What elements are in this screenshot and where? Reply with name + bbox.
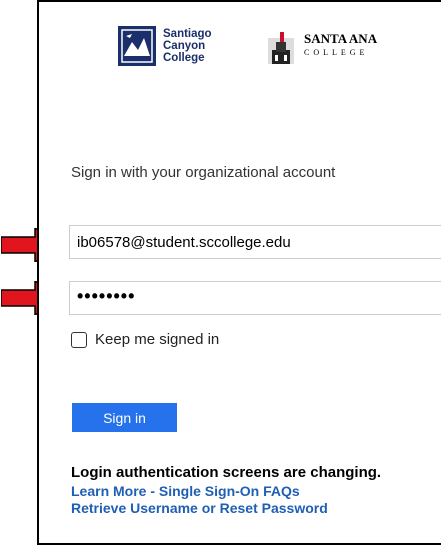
scc-logo-line: Santiago xyxy=(163,28,212,40)
reset-password-link[interactable]: Retrieve Username or Reset Password xyxy=(71,500,328,516)
keep-signed-in-label[interactable]: Keep me signed in xyxy=(95,331,219,348)
sac-logo-subtitle: COLLEGE xyxy=(304,48,369,57)
faq-link[interactable]: Learn More - Single Sign-On FAQs xyxy=(71,483,300,499)
scc-logo-icon xyxy=(118,26,156,66)
scc-logo-text: Santiago Canyon College xyxy=(163,28,233,64)
scc-logo-line: Canyon xyxy=(163,40,206,52)
sign-in-button[interactable]: Sign in xyxy=(72,403,177,432)
email-field[interactable]: ib06578@student.sccollege.edu xyxy=(69,225,441,259)
sign-in-heading: Sign in with your organizational account xyxy=(71,164,336,181)
sac-logo-title: SANTA ANA xyxy=(304,31,378,46)
password-value: •••••••• xyxy=(77,286,136,306)
keep-signed-in-checkbox[interactable] xyxy=(71,332,87,348)
email-value: ib06578@student.sccollege.edu xyxy=(77,234,291,251)
scc-logo-line: College xyxy=(163,52,205,64)
college-logos: Santiago Canyon College SANTA ANA COLLEG… xyxy=(118,22,418,72)
password-field[interactable]: •••••••• xyxy=(69,281,441,315)
sac-logo-icon xyxy=(268,32,294,64)
login-notice: Login authentication screens are changin… xyxy=(71,464,382,481)
